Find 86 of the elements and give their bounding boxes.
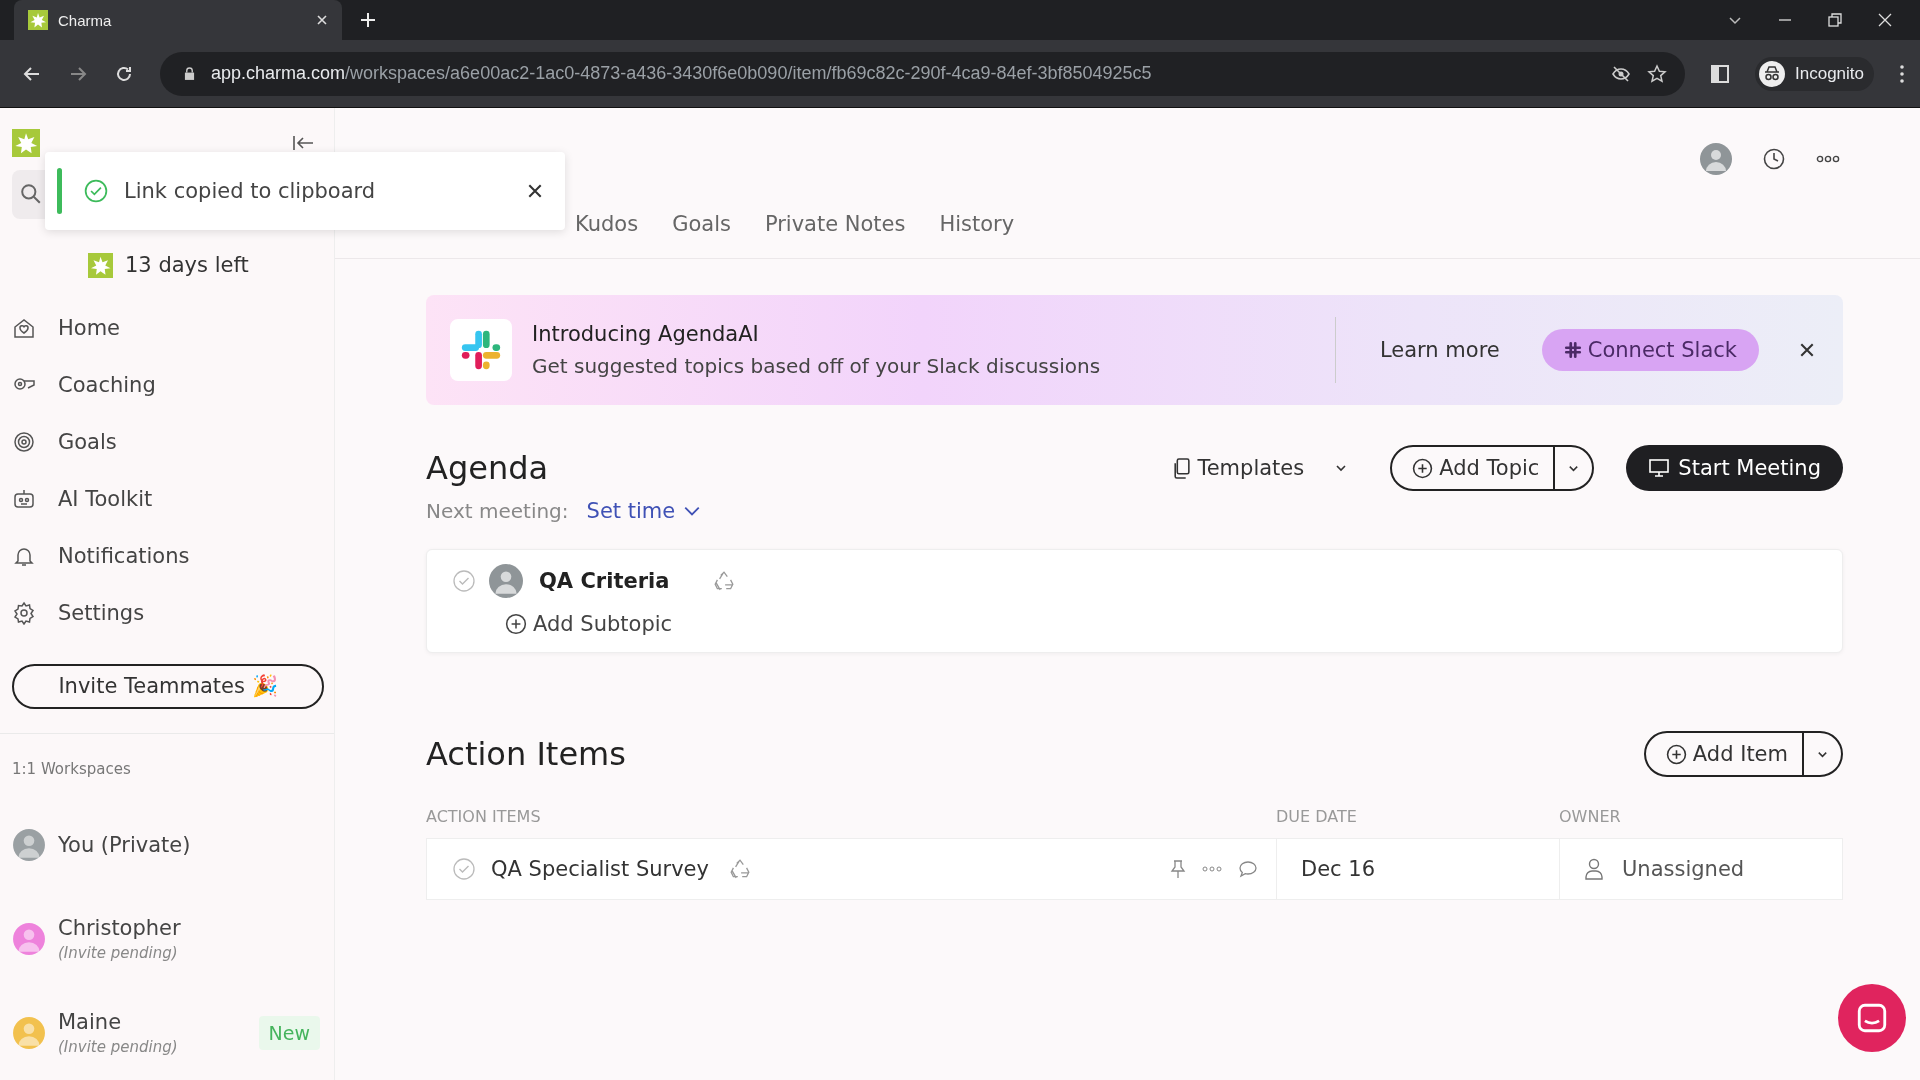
monitor-icon — [1648, 458, 1671, 478]
workspace-name: Maine — [58, 1010, 123, 1034]
set-time-dropdown[interactable]: Set time — [586, 499, 702, 523]
star-logo-icon — [28, 10, 48, 30]
sidebar-panel-icon[interactable] — [1711, 64, 1729, 83]
section-heading: Agenda — [426, 449, 549, 487]
action-item-title[interactable]: QA Specialist Survey — [491, 857, 709, 881]
collapse-sidebar-icon[interactable] — [292, 133, 314, 152]
comment-icon[interactable] — [1238, 859, 1258, 879]
recycle-icon[interactable] — [728, 858, 751, 880]
nav-item[interactable]: Goals — [12, 413, 334, 471]
close-icon[interactable] — [527, 183, 543, 199]
page-tab[interactable]: Goals — [672, 212, 731, 258]
url-text: app.charma.com/workspaces/a6e00ac2-1ac0-4873-a436-3430f6e0b090/item/fb69c82c-290f-4ca9-84ef-3bf8504925c5 — [211, 63, 1152, 84]
browser-tab[interactable]: Charma — [14, 0, 342, 40]
lock-icon — [184, 67, 195, 80]
section-heading: Action Items — [426, 735, 626, 773]
workspace-item[interactable]: Maine (Invite pending) New — [12, 986, 334, 1080]
star-logo-icon — [88, 252, 113, 278]
next-meeting-label: Next meeting: — [426, 499, 569, 523]
address-field[interactable]: app.charma.com/workspaces/a6e00ac2-1ac0-4873-a436-3430f6e0b090/item/fb69c82c-290f-4ca9-84ef-3bf8504925c5 — [160, 51, 1685, 96]
profile-button[interactable]: Incognito — [1755, 56, 1874, 91]
avatar-icon[interactable] — [1700, 143, 1732, 175]
page-tab[interactable]: Kudos — [575, 212, 639, 258]
person-icon — [1584, 858, 1604, 880]
add-topic-button[interactable]: Add Topic — [1390, 445, 1595, 491]
plus-circle-icon — [1412, 457, 1434, 479]
invite-teammates-button[interactable]: Invite Teammates 🎉 — [12, 663, 324, 710]
pin-icon[interactable] — [1170, 859, 1186, 879]
owner-name: Unassigned — [1622, 857, 1745, 881]
connect-slack-button[interactable]: Connect Slack — [1541, 329, 1759, 371]
workspace-name: Christopher — [58, 916, 182, 940]
slack-logo-icon — [450, 319, 512, 381]
clock-icon[interactable] — [1762, 147, 1786, 171]
home-icon — [12, 316, 36, 341]
column-header: DUE DATE — [1276, 807, 1358, 826]
nav-item[interactable]: AI Toolkit — [12, 470, 334, 528]
topic-title[interactable]: QA Criteria — [539, 569, 670, 593]
more-icon[interactable] — [1816, 155, 1840, 163]
copy-icon — [1172, 457, 1192, 479]
close-icon[interactable] — [1799, 342, 1815, 358]
templates-button[interactable]: Templates — [1166, 455, 1311, 481]
nav-item[interactable]: Notifications — [12, 527, 334, 585]
new-tab-icon[interactable] — [360, 12, 376, 28]
plus-circle-icon — [505, 613, 527, 635]
checkbox-icon[interactable] — [453, 570, 475, 592]
hash-icon — [1563, 341, 1582, 359]
add-subtopic-button[interactable]: Add Subtopic — [505, 612, 673, 636]
avatar-icon — [489, 564, 523, 598]
incognito-icon — [1759, 60, 1785, 87]
trial-days-left: 13 days left — [125, 253, 249, 278]
workspace-name: You (Private) — [58, 833, 192, 857]
plus-circle-icon — [1665, 743, 1687, 765]
banner-title: Introducing AgendaAI — [532, 322, 760, 346]
nav-item[interactable]: Coaching — [12, 356, 334, 414]
kebab-menu-icon[interactable] — [1900, 64, 1904, 83]
column-header: OWNER — [1559, 807, 1621, 826]
workspace-item[interactable]: Christopher (Invite pending) — [12, 892, 334, 986]
eye-off-icon[interactable] — [1611, 63, 1631, 84]
star-icon[interactable] — [1647, 63, 1667, 84]
nav-item[interactable]: Settings — [12, 584, 334, 642]
recycle-icon[interactable] — [713, 570, 736, 592]
checkbox-icon[interactable] — [453, 858, 475, 880]
new-badge: New — [258, 1016, 320, 1050]
restore-icon[interactable] — [1828, 13, 1842, 27]
banner-text: Get suggested topics based off of your Slack discussions — [532, 354, 1101, 378]
learn-more-link[interactable]: Learn more — [1380, 338, 1500, 362]
check-circle-icon — [84, 179, 108, 203]
tab-title: Charma — [58, 11, 113, 29]
toast-message: Link copied to clipboard — [124, 179, 376, 203]
invite-status: (Invite pending) — [58, 944, 179, 962]
page-tab[interactable]: Private Notes — [764, 212, 906, 258]
table-cell[interactable]: Dec 16 — [1277, 839, 1560, 899]
add-item-button[interactable]: Add Item — [1643, 731, 1843, 777]
page-tab[interactable]: History — [939, 212, 1015, 258]
search-icon — [20, 183, 42, 206]
start-meeting-button[interactable]: Start Meeting — [1626, 445, 1843, 491]
table-cell[interactable]: Unassigned — [1560, 839, 1842, 899]
column-header: ACTION ITEMS — [426, 807, 542, 826]
settings-icon — [12, 601, 36, 626]
nav-item[interactable]: Home — [12, 299, 334, 357]
chat-icon — [1855, 1001, 1889, 1035]
target-icon — [12, 430, 36, 455]
section-heading: 1:1 Workspaces — [12, 760, 132, 778]
workspace-item[interactable]: You (Private) — [12, 798, 334, 892]
invite-status: (Invite pending) — [58, 1038, 179, 1056]
